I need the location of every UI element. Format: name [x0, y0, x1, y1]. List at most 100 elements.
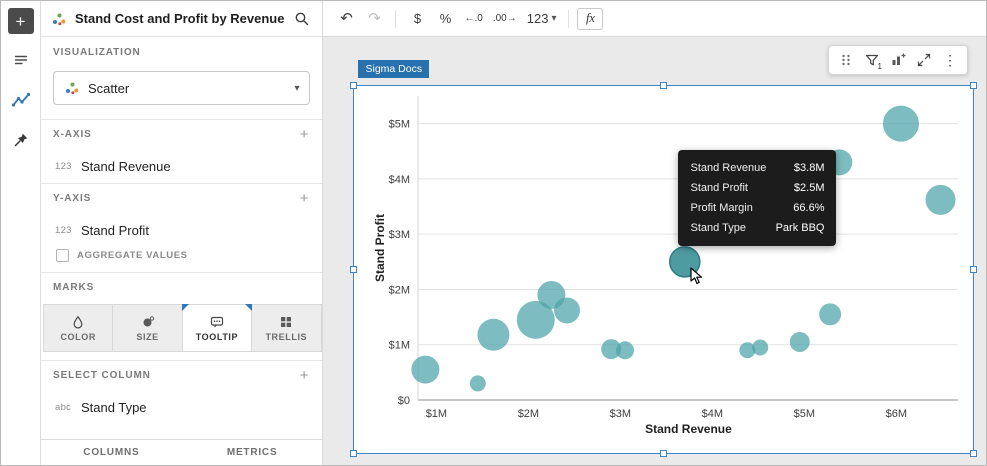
- redo-button[interactable]: ↷: [361, 6, 387, 32]
- undo-button[interactable]: ↶: [333, 6, 359, 32]
- resize-handle[interactable]: [350, 265, 358, 273]
- decrease-decimal-icon: ←.0: [464, 13, 483, 24]
- marks-tab-color[interactable]: COLOR: [43, 304, 114, 352]
- element-menu-button[interactable]: ⋮: [938, 48, 962, 72]
- resize-handle[interactable]: [659, 82, 667, 89]
- tooltip-icon: [210, 316, 224, 328]
- add-tooltip-column-button[interactable]: +: [298, 368, 311, 383]
- section-y-axis: Y-AXIS +: [41, 183, 323, 213]
- panel-header: Stand Cost and Profit by Revenue: [41, 1, 323, 37]
- number-format-dropdown[interactable]: 123 ▾: [523, 6, 561, 32]
- increase-decimal-icon: .00→: [492, 13, 517, 24]
- scatter-plot[interactable]: $0 $1M $2M $3M $4M $5M $1M $2M $3M $4M $5M $6M: [354, 86, 973, 453]
- search-icon: [296, 12, 309, 25]
- text-type-badge: abc: [55, 401, 72, 413]
- section-visualization: VISUALIZATION: [53, 46, 141, 58]
- drag-handle[interactable]: [834, 48, 858, 72]
- color-icon: [73, 315, 83, 328]
- field-stand-revenue[interactable]: 123 Stand Revenue: [41, 149, 322, 183]
- svg-text:$4M: $4M: [702, 408, 723, 420]
- pin-button[interactable]: [7, 126, 35, 154]
- add-chart-icon: [892, 53, 906, 65]
- line-chart-icon: [11, 92, 30, 107]
- pin-icon: [14, 133, 27, 147]
- size-icon: [143, 315, 154, 326]
- left-rail: +: [1, 1, 41, 465]
- svg-text:$0: $0: [398, 395, 410, 407]
- kebab-icon: ⋮: [943, 52, 957, 68]
- main-area: ↶ ↷ $ % ←.0 .00→ 123 ▾ fx Sigma Docs 1 ⋮…: [323, 1, 986, 465]
- aggregate-values-row: AGGREGATE VALUES: [41, 247, 322, 272]
- x-axis-title: Stand Revenue: [645, 422, 732, 436]
- svg-text:$6M: $6M: [886, 408, 907, 420]
- add-x-axis-button[interactable]: +: [298, 127, 311, 142]
- resize-handle[interactable]: [659, 450, 667, 457]
- marks-tab-size[interactable]: SIZE: [112, 304, 183, 352]
- search-button[interactable]: [292, 9, 312, 29]
- svg-text:$1M: $1M: [426, 408, 447, 420]
- marks-tab-tooltip[interactable]: TOOLTIP: [181, 304, 253, 352]
- field-stand-type[interactable]: abc Stand Type: [41, 390, 322, 424]
- chart-element[interactable]: $0 $1M $2M $3M $4M $5M $1M $2M $3M $4M $5M $6M Stan…: [350, 82, 977, 457]
- tooltip-row: Stand Profit $2.5M: [690, 182, 825, 194]
- resize-handle[interactable]: [970, 450, 977, 457]
- undo-icon: ↶: [340, 10, 353, 27]
- app-window: + Stand Cost and Profit by Revenue VISUA…: [0, 0, 987, 466]
- resize-handle[interactable]: [350, 82, 358, 89]
- chart-tooltip: Stand Revenue $3.8M Stand Profit $2.5M Profi…: [678, 150, 837, 246]
- resize-handle[interactable]: [970, 82, 977, 89]
- increase-decimal-button[interactable]: .00→: [489, 6, 521, 32]
- chevron-down-icon: ▾: [551, 13, 557, 24]
- panel-title: Stand Cost and Profit by Revenue: [75, 11, 285, 26]
- add-element-button[interactable]: +: [7, 8, 34, 34]
- number-type-badge: 123: [55, 160, 72, 172]
- section-select-column: SELECT COLUMN +: [41, 360, 323, 390]
- field-stand-profit[interactable]: 123 Stand Profit: [41, 213, 322, 247]
- chevron-down-icon: ▾: [294, 82, 300, 94]
- canvas: Sigma Docs 1 ⋮ $0 $1M $2M $3M $4M $5M $1…: [323, 37, 986, 465]
- section-marks: MARKS: [41, 272, 323, 302]
- toolbar-divider: [568, 9, 570, 28]
- svg-text:$3M: $3M: [389, 229, 410, 241]
- decrease-decimal-button[interactable]: ←.0: [460, 6, 486, 32]
- section-x-axis: X-AXIS +: [41, 119, 323, 149]
- marks-tab-trellis[interactable]: TRELLIS: [251, 304, 322, 352]
- element-toolbar: 1 ⋮: [828, 45, 968, 75]
- page-outline-button[interactable]: [7, 46, 35, 74]
- scatter-option-icon: [66, 82, 79, 95]
- tooltip-row: Stand Type Park BBQ: [690, 222, 825, 234]
- panel-footer: COLUMNS METRICS: [41, 439, 323, 465]
- drag-handle-icon: [842, 54, 850, 66]
- svg-text:$2M: $2M: [389, 284, 410, 296]
- redo-icon: ↷: [368, 10, 381, 27]
- add-child-element-button[interactable]: [886, 48, 910, 72]
- visualization-select[interactable]: Scatter ▾: [53, 71, 311, 105]
- scatter-type-icon: [53, 13, 66, 25]
- number-type-badge: 123: [55, 224, 72, 236]
- resize-handle[interactable]: [970, 265, 977, 273]
- outline-icon: [14, 55, 27, 65]
- svg-text:$1M: $1M: [389, 340, 410, 352]
- resize-handle[interactable]: [350, 450, 358, 457]
- maximize-button[interactable]: [912, 48, 936, 72]
- svg-text:$3M: $3M: [610, 408, 631, 420]
- formula-button[interactable]: fx: [577, 7, 604, 30]
- svg-text:$5M: $5M: [389, 119, 410, 131]
- panel-body: VISUALIZATION Scatter ▾ X-AXIS + 123 Sta…: [41, 37, 323, 439]
- tooltip-row: Stand Revenue $3.8M: [690, 162, 825, 174]
- add-y-axis-button[interactable]: +: [298, 191, 311, 206]
- footer-tab-columns[interactable]: COLUMNS: [41, 440, 182, 465]
- marks-tabs: COLOR SIZE TOOLTIP TRELLIS: [43, 304, 322, 352]
- svg-text:$2M: $2M: [518, 408, 539, 420]
- svg-text:$4M: $4M: [389, 174, 410, 186]
- footer-tab-metrics[interactable]: METRICS: [182, 440, 323, 465]
- aggregate-checkbox[interactable]: [56, 249, 69, 262]
- expand-icon: [917, 53, 931, 67]
- currency-format-button[interactable]: $: [404, 6, 430, 32]
- tooltip-row: Profit Margin 66.6%: [690, 202, 825, 214]
- analytics-button[interactable]: [7, 86, 35, 114]
- filter-button[interactable]: 1: [860, 48, 884, 72]
- format-toolbar: ↶ ↷ $ % ←.0 .00→ 123 ▾ fx: [323, 1, 986, 37]
- percent-format-button[interactable]: %: [432, 6, 458, 32]
- filter-count-badge: 1: [877, 62, 882, 71]
